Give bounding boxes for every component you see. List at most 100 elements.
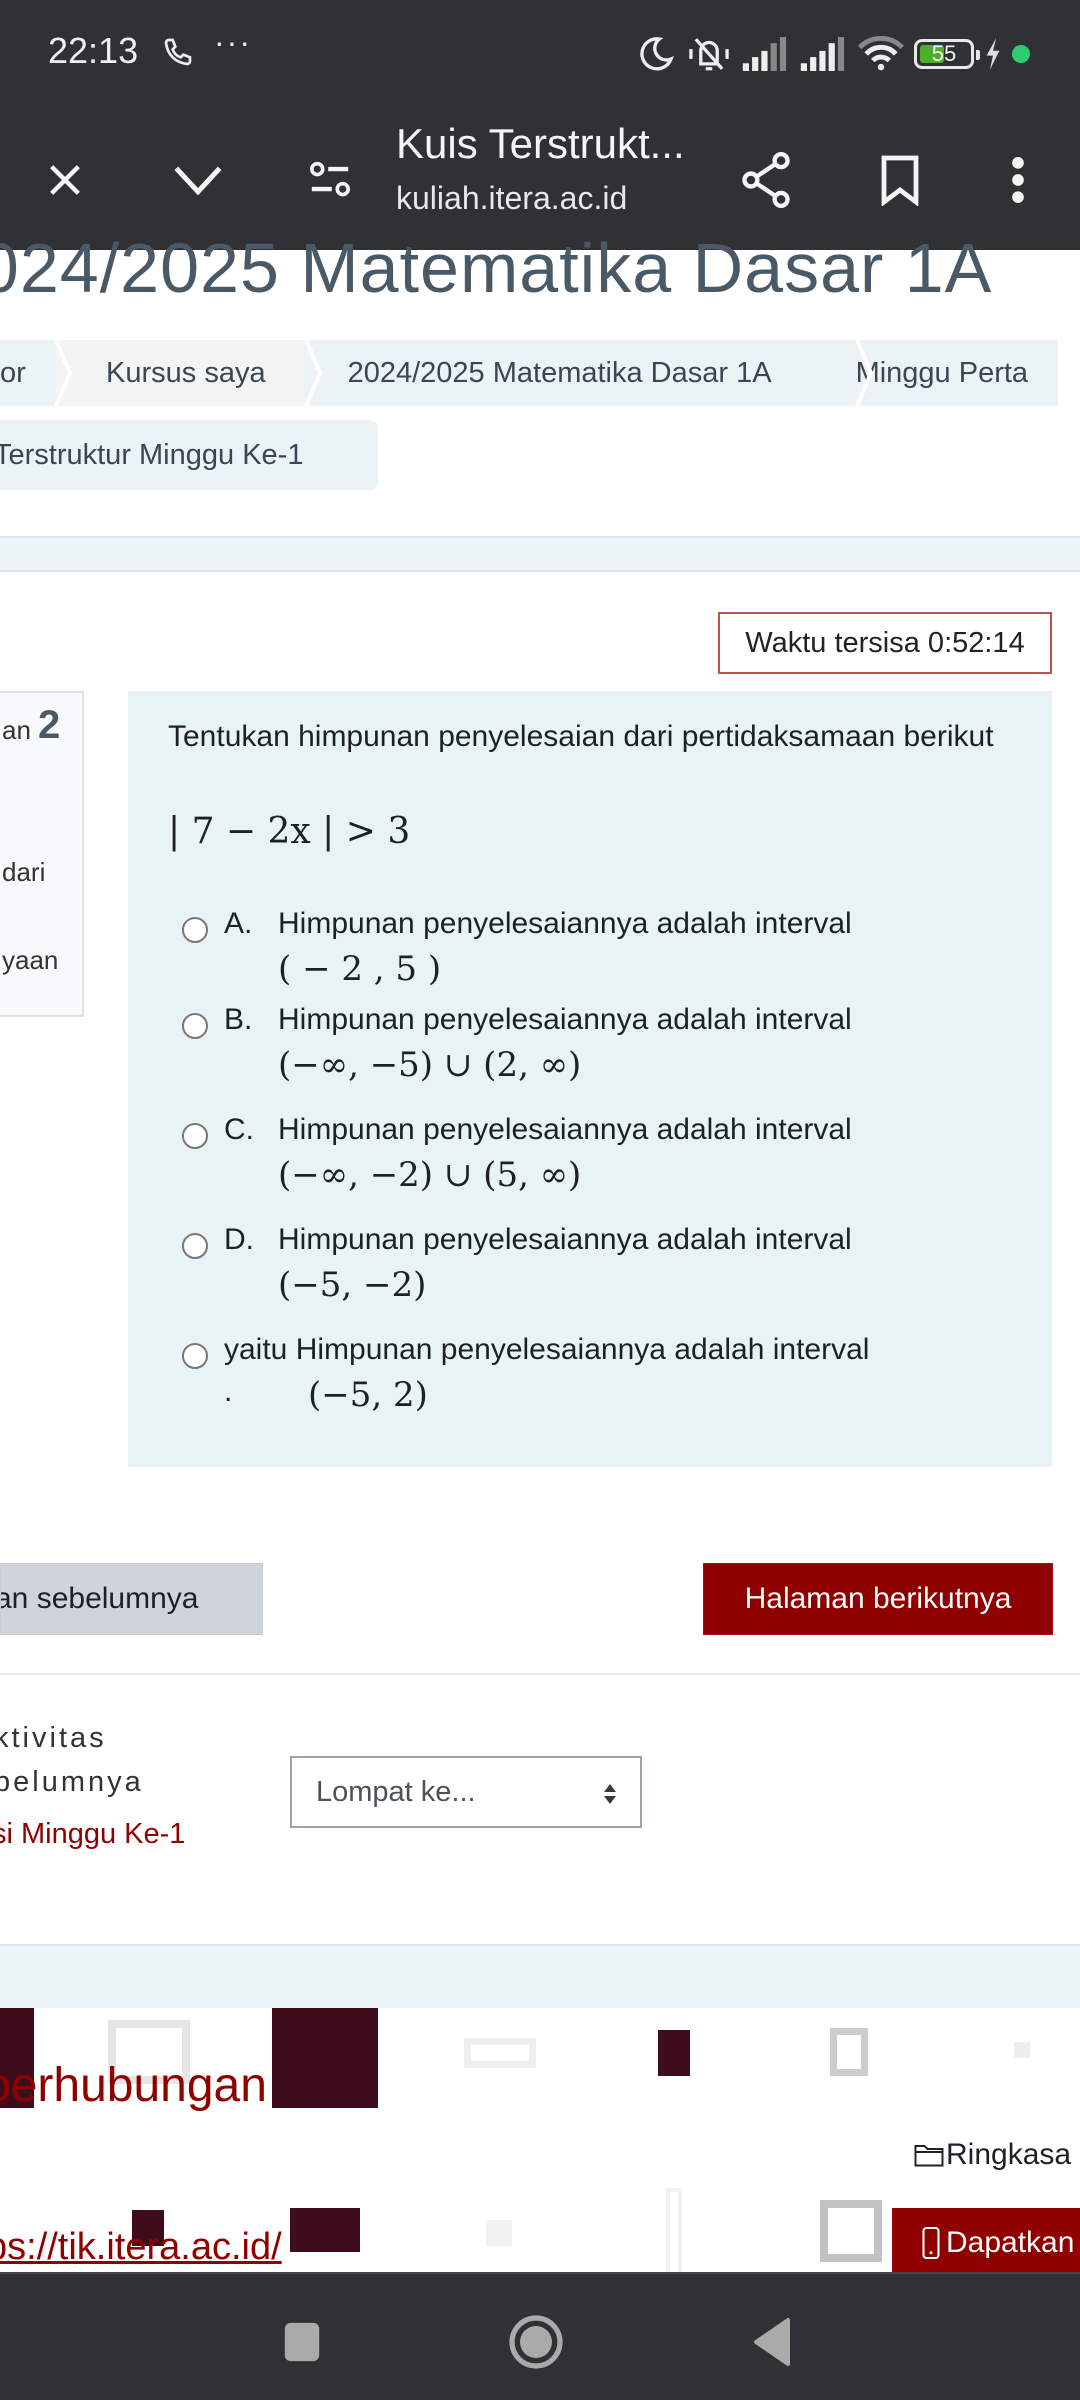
option-letter: A. [224,907,253,940]
wifi-icon [858,36,904,71]
decorative-square [486,2220,512,2246]
breadcrumb-label: Kursus saya [106,356,266,389]
footer: berhubungan ps://tik.itera.ac.id/ Ringka… [0,2008,1080,2272]
chevron-down-icon[interactable] [168,150,228,210]
close-icon[interactable] [35,150,95,210]
breadcrumb-separator-icon [304,340,322,406]
breadcrumb-separator-icon [855,340,873,406]
get-app-label: Dapatkan [946,2226,1075,2259]
contact-heading: berhubungan [0,2059,267,2112]
recents-icon [284,2322,320,2362]
signal-icon [742,37,787,71]
option-text: Himpunan penyelesaiannya adalah interval [278,1113,852,1146]
option-math: (−5, 2) [308,1375,428,1415]
jump-to-select[interactable]: Lompat ke... [290,1756,642,1828]
privacy-indicator-icon [1012,45,1030,63]
charging-icon [986,38,1000,70]
mobile-phone-icon [922,2226,940,2260]
get-mobile-app-button[interactable]: Dapatkan [892,2208,1080,2272]
breadcrumb-label: Terstruktur Minggu Ke-1 [0,438,304,471]
radio-button[interactable] [182,1123,208,1149]
url-display[interactable]: kuliah.itera.ac.id [396,180,627,217]
home-button[interactable] [506,2312,566,2372]
previous-page-label: an sebelumnya [0,1582,199,1615]
breadcrumb-label: 2024/2025 Matematika Dasar 1A [347,356,772,389]
breadcrumb-item-course[interactable]: 2024/2025 Matematika Dasar 1A [303,340,808,406]
breadcrumb-item-week[interactable]: Minggu Perta [807,340,1059,406]
breadcrumb-item-my-courses[interactable]: Kursus saya [56,340,304,406]
data-summary-label: Ringkasa [946,2138,1072,2171]
option-letter: D. [224,1223,254,1256]
radio-button[interactable] [182,1233,208,1259]
question-number-label: an [2,715,31,745]
decorative-square [666,2188,682,2272]
battery-icon: 55 [914,39,980,69]
radio-button[interactable] [182,917,208,943]
back-icon [754,2318,790,2366]
heading-line: belumnya [0,1766,144,1798]
question-number: 2 [38,703,61,747]
status-time: 22:13 [48,30,139,71]
breadcrumb-label: or [0,356,26,389]
breadcrumb-item-quiz[interactable]: Terstruktur Minggu Ke-1 [0,420,378,490]
decorative-square [464,2038,536,2068]
next-page-button[interactable]: Halaman berikutnya [703,1563,1053,1635]
option-math: (−∞, −2) ∪ (5, ∞) [278,1155,582,1195]
option-math: (−5, −2) [278,1265,427,1305]
option-text: Himpunan penyelesaiannya adalah interval [278,907,852,940]
heading-line: ktivitas [0,1722,107,1754]
question-math: | 7 − 2x | > 3 [168,811,411,852]
option-text: Himpunan penyelesaiannya adalah interval [278,1223,852,1256]
decorative-square [820,2200,882,2262]
question-info-panel: an 2 dari yaan [0,691,84,1017]
status-bar: 22:13 ··· 55 [0,0,1080,110]
question-text: Tentukan himpunan penyelesaian dari pert… [168,720,994,753]
option-math: ( − 2 , 5 ) [278,949,442,989]
radio-button[interactable] [182,1013,208,1039]
decorative-square [272,2008,378,2108]
section-divider [0,536,1080,572]
option-text: Himpunan penyelesaiannya adalah interval [278,1003,852,1036]
moon-icon [640,37,674,71]
breadcrumb-label: Minggu Perta [855,356,1029,389]
recents-button[interactable] [272,2312,332,2372]
bookmark-icon[interactable] [870,150,930,210]
decorative-square [290,2208,360,2252]
previous-page-button[interactable]: an sebelumnya [0,1563,263,1635]
option-letter: B. [224,1003,253,1036]
more-vert-icon[interactable] [988,150,1048,210]
previous-activity-link[interactable]: si Minggu Ke-1 [0,1818,185,1851]
jump-to-value: Lompat ke... [316,1775,476,1808]
divider [0,1673,1080,1675]
select-caret-icon [604,1784,616,1804]
site-settings-icon[interactable] [300,150,360,210]
decorative-square [1014,2042,1030,2058]
question-status-text: dari [2,857,46,887]
flag-question-text[interactable]: yaan [2,945,58,976]
phone-call-icon [164,38,192,66]
quiz-timer: Waktu tersisa 0:52:14 [718,612,1052,674]
contact-url-link[interactable]: ps://tik.itera.ac.id/ [0,2226,282,2269]
more-dots-icon: ··· [214,24,252,60]
decorative-square [830,2028,868,2076]
folder-icon [914,2145,944,2167]
battery-level: 55 [931,41,957,66]
option-prefix: . [224,1375,233,1408]
course-title: 2024/2025 Matematika Dasar 1A [0,229,993,307]
option-letter: C. [224,1113,254,1146]
option-text: yaitu Himpunan penyelesaiannya adalah in… [224,1333,870,1366]
data-summary-link[interactable]: Ringkasa [914,2138,1071,2172]
back-button[interactable] [742,2312,802,2372]
signal-icon [800,37,845,71]
breadcrumb-separator-icon [54,340,72,406]
breadcrumb: or Kursus saya 2024/2025 Matematika Dasa… [0,340,1059,406]
breadcrumb-item-dashboard[interactable]: or [0,340,56,406]
radio-button[interactable] [182,1343,208,1369]
share-icon[interactable] [736,150,796,210]
page-tab-title[interactable]: Kuis Terstrukt... [396,120,685,168]
previous-activity-heading: ktivitas belumnya [0,1716,144,1804]
question-content: Tentukan himpunan penyelesaian dari pert… [128,691,1052,1467]
home-icon [509,2315,563,2369]
option-math: (−∞, −5) ∪ (2, ∞) [278,1045,582,1085]
vibrate-off-icon [689,38,729,71]
